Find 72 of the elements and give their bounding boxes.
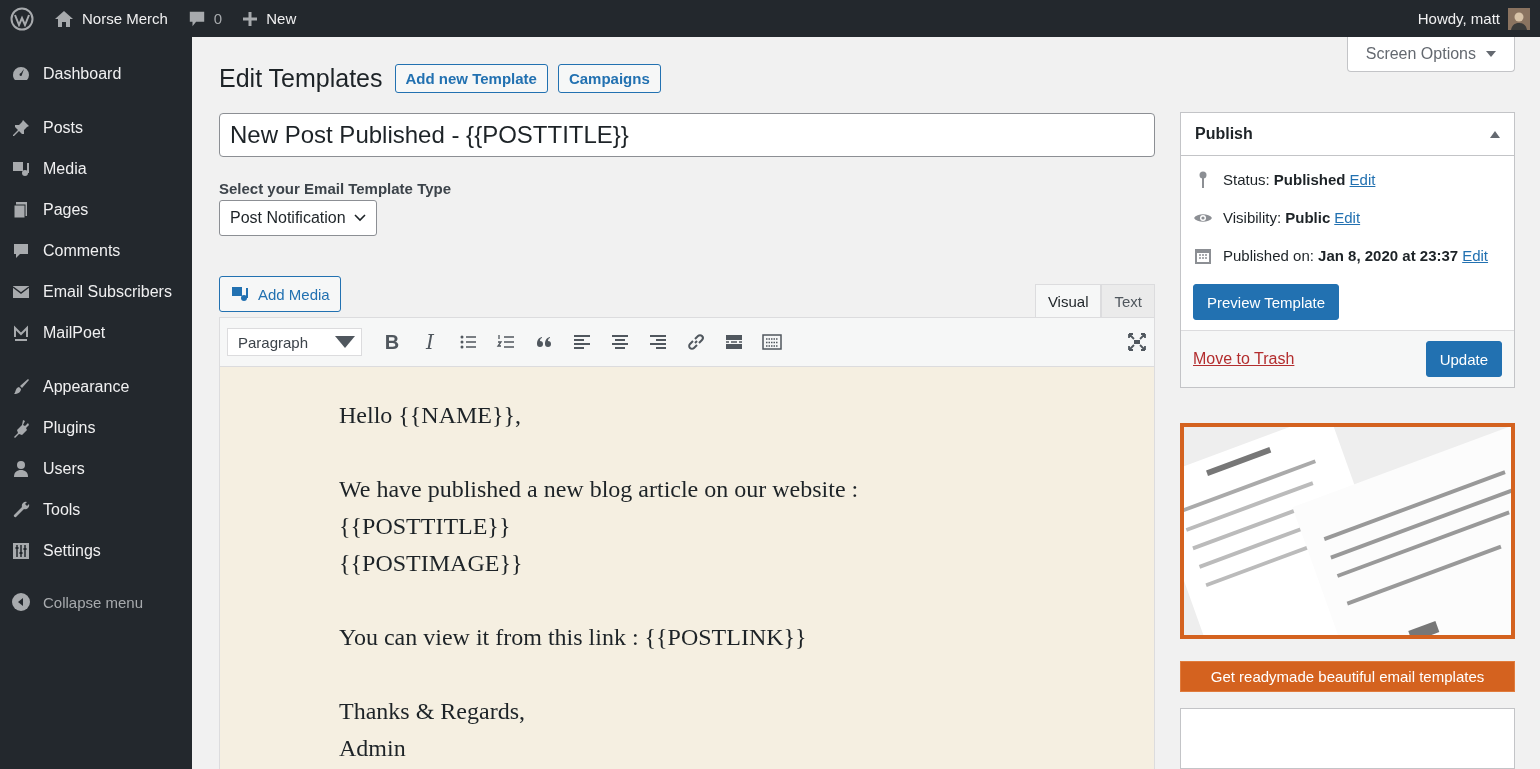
editor-tab[interactable]: Text xyxy=(1101,284,1155,317)
status-text: Status: Published xyxy=(1223,170,1346,190)
editor-content[interactable]: Hello {{NAME}}, We have published a new blog article on our website : {{POSTTITLE}} {{POSTIMAGE}} You can view it from this link : {{POSTLINK}} Thanks & Regards, Admin xyxy=(220,367,1154,769)
bold-button[interactable]: B xyxy=(382,330,402,354)
menu-item[interactable]: Settings xyxy=(43,541,101,560)
menu-item[interactable]: Comments xyxy=(43,241,121,260)
align-left-icon[interactable] xyxy=(572,332,592,352)
menu-item[interactable]: Email Subscribers xyxy=(43,282,172,301)
comment-icon[interactable] xyxy=(187,9,206,28)
add-media-button[interactable]: Add Media xyxy=(219,276,341,312)
caret-icon xyxy=(1486,50,1496,58)
menu-item[interactable]: Users xyxy=(43,459,85,478)
pin-icon[interactable] xyxy=(11,117,31,138)
collapse-caret-icon[interactable] xyxy=(1490,130,1500,138)
sliders-icon[interactable] xyxy=(11,540,31,561)
menu-item[interactable]: Appearance xyxy=(43,377,130,396)
brush-icon[interactable] xyxy=(11,376,31,397)
screen-options-button[interactable]: Screen Options xyxy=(1346,37,1515,72)
edit-link[interactable]: Edit xyxy=(1462,246,1489,266)
email-text: {{POSTTITLE}} xyxy=(339,513,511,539)
collapse-menu[interactable]: Collapse menu xyxy=(43,593,144,611)
keyboard-icon[interactable] xyxy=(762,332,782,352)
edit-link[interactable]: Edit xyxy=(1349,170,1376,190)
page-title: Edit Templates xyxy=(219,63,383,93)
menu-item[interactable]: Plugins xyxy=(43,418,96,437)
italic-button[interactable]: I xyxy=(420,330,440,354)
menu-item[interactable]: Pages xyxy=(43,200,89,219)
site-name[interactable]: Norse Merch xyxy=(82,10,168,27)
email-text: Hello {{NAME}}, xyxy=(339,402,522,428)
fullscreen-icon[interactable] xyxy=(1127,332,1147,352)
chevron-down-icon xyxy=(353,214,366,222)
user-icon[interactable] xyxy=(11,458,31,479)
menu-item[interactable]: Dashboard xyxy=(43,64,122,83)
status-text: Published on: Jan 8, 2020 at 23:37 xyxy=(1223,246,1459,266)
calendar-icon xyxy=(1193,246,1213,266)
comment-count[interactable]: 0 xyxy=(213,10,223,27)
link-icon[interactable] xyxy=(686,332,706,352)
email-text: We have published a new blog article on our website : xyxy=(339,476,859,502)
collapse-icon[interactable] xyxy=(11,592,31,612)
menu-item[interactable]: Tools xyxy=(43,500,81,519)
format-select[interactable]: Paragraph xyxy=(227,328,362,356)
avatar-icon[interactable] xyxy=(1508,7,1530,30)
title-field[interactable]: New Post Published - {{POSTTITLE}} xyxy=(219,113,1155,157)
home-icon[interactable] xyxy=(54,9,74,28)
action-button[interactable]: Add new Template xyxy=(394,63,548,93)
media-icon xyxy=(230,284,250,304)
plus-icon[interactable] xyxy=(242,10,259,27)
edit-link[interactable]: Edit xyxy=(1334,208,1361,228)
align-right-icon[interactable] xyxy=(648,332,668,352)
field-label: Select your Email Template Type xyxy=(219,180,453,197)
action-button[interactable]: Campaigns xyxy=(557,63,661,93)
editor-tab[interactable]: Visual xyxy=(1034,284,1102,317)
menu-item[interactable]: MailPoet xyxy=(43,323,106,342)
greeting[interactable]: Howdy, matt xyxy=(1417,10,1500,27)
wrench-icon[interactable] xyxy=(11,499,31,520)
preview-button[interactable]: Preview Template xyxy=(1193,284,1340,320)
panel-title: Publish xyxy=(1195,125,1253,143)
email-text: You can view it from this link : {{POSTLINK}} xyxy=(339,624,807,650)
logo-icon[interactable] xyxy=(10,6,34,31)
email-text: Thanks & Regards, xyxy=(339,698,525,724)
template-type-select[interactable]: Post Notification xyxy=(219,200,377,236)
menu-item[interactable]: Media xyxy=(43,159,87,178)
email-text: Admin xyxy=(339,735,406,761)
status-text: Visibility: Public xyxy=(1223,208,1331,228)
new-link[interactable]: New xyxy=(266,10,297,27)
align-center-icon[interactable] xyxy=(610,332,630,352)
menu-item[interactable]: Posts xyxy=(43,118,83,137)
trash-link[interactable]: Move to Trash xyxy=(1193,350,1295,368)
templates-banner-button[interactable]: Get readymade beautiful email templates xyxy=(1180,660,1515,693)
read-more-icon[interactable] xyxy=(724,332,744,352)
update-button[interactable]: Update xyxy=(1425,341,1502,377)
email-text: {{POSTIMAGE}} xyxy=(339,550,523,576)
